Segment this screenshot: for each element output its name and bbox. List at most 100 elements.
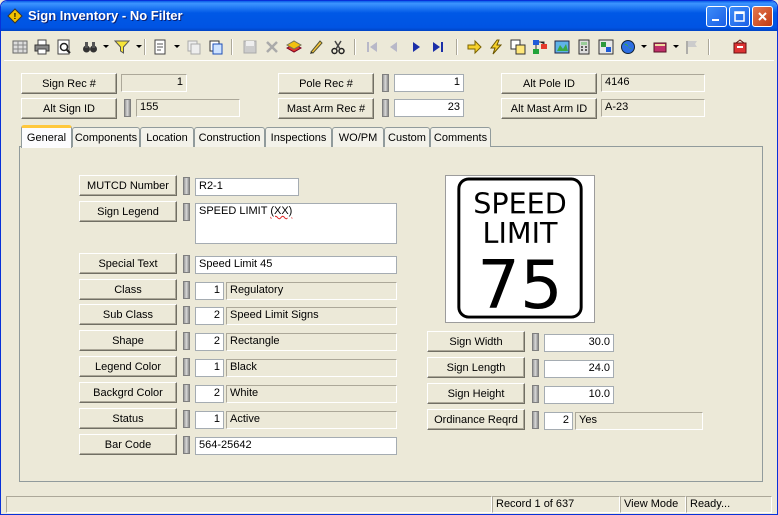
tab-comments[interactable]: Comments (430, 127, 491, 147)
close-button[interactable] (752, 6, 773, 27)
field-grip[interactable] (183, 255, 190, 273)
tab-custom[interactable]: Custom (384, 127, 430, 147)
sign-length-field[interactable]: 24.0 (544, 360, 614, 378)
alt-sign-id-button[interactable]: Alt Sign ID (21, 98, 117, 119)
ordinance-reqrd-button[interactable]: Ordinance Reqrd (427, 409, 525, 430)
sub-class-code-field[interactable]: 2 (195, 307, 224, 325)
exit-button[interactable] (730, 37, 750, 57)
bar-code-button[interactable]: Bar Code (79, 434, 177, 455)
previous-record-button[interactable] (384, 37, 404, 57)
report-button[interactable] (150, 37, 170, 57)
quick-action-button[interactable] (486, 37, 506, 57)
sign-height-button[interactable]: Sign Height (427, 383, 525, 404)
filter-button[interactable] (112, 37, 132, 57)
maximize-button[interactable] (729, 6, 750, 27)
field-grip[interactable] (183, 203, 190, 221)
sign-legend-textarea[interactable]: SPEED LIMIT (XX) (195, 203, 397, 244)
tab-wo-pm[interactable]: WO/PM (332, 127, 384, 147)
field-grip[interactable] (532, 333, 539, 351)
tab-inspections[interactable]: Inspections (265, 127, 332, 147)
hierarchy-button[interactable] (530, 37, 550, 57)
field-grip[interactable] (382, 99, 389, 117)
calculator-button[interactable] (574, 37, 594, 57)
cut-button[interactable] (328, 37, 348, 57)
field-grip[interactable] (124, 99, 131, 117)
pole-rec-field[interactable]: 1 (394, 74, 464, 92)
field-grip[interactable] (382, 74, 389, 92)
field-grip[interactable] (183, 358, 190, 376)
title-bar[interactable]: ! Sign Inventory - No Filter (1, 1, 777, 31)
field-grip[interactable] (183, 332, 190, 350)
field-grip[interactable] (183, 306, 190, 324)
edit-button[interactable] (306, 37, 326, 57)
previous-record-icon (390, 42, 397, 52)
legend-color-code-field[interactable]: 1 (195, 359, 224, 377)
alt-mast-arm-id-field: A-23 (601, 99, 705, 117)
goto-button[interactable] (464, 37, 484, 57)
class-code-field[interactable]: 1 (195, 282, 224, 300)
copy-record-button[interactable] (184, 37, 204, 57)
sign-width-button[interactable]: Sign Width (427, 331, 525, 352)
field-grip[interactable] (183, 436, 190, 454)
sign-height-field[interactable]: 10.0 (544, 386, 614, 404)
class-button[interactable]: Class (79, 279, 177, 300)
alt-mast-arm-id-button[interactable]: Alt Mast Arm ID (501, 98, 597, 119)
layers-button[interactable] (284, 37, 304, 57)
tab-components[interactable]: Components (72, 127, 140, 147)
field-grip[interactable] (183, 410, 190, 428)
pencil-icon (310, 40, 323, 54)
legend-color-button[interactable]: Legend Color (79, 356, 177, 377)
field-grip[interactable] (532, 385, 539, 403)
query-button[interactable] (80, 37, 100, 57)
minimize-icon (712, 19, 719, 21)
field-grip[interactable] (183, 177, 190, 195)
field-grip[interactable] (532, 359, 539, 377)
duplicate-button[interactable] (206, 37, 226, 57)
tab-location[interactable]: Location (140, 127, 194, 147)
flag-button[interactable] (682, 37, 702, 57)
minimize-button[interactable] (706, 6, 727, 27)
grid-view-button[interactable] (10, 37, 30, 57)
sign-width-field[interactable]: 30.0 (544, 334, 614, 352)
pole-rec-button[interactable]: Pole Rec # (278, 73, 374, 94)
related-records-button[interactable] (508, 37, 528, 57)
mutcd-number-field[interactable]: R2-1 (195, 178, 299, 196)
web-button[interactable] (618, 37, 638, 57)
special-text-field[interactable]: Speed Limit 45 (195, 256, 397, 274)
print-preview-button[interactable] (54, 37, 74, 57)
sign-rec-button[interactable]: Sign Rec # (21, 73, 117, 94)
status-button[interactable]: Status (79, 408, 177, 429)
alt-pole-id-button[interactable]: Alt Pole ID (501, 73, 597, 94)
layers-icon (286, 40, 302, 53)
map-button[interactable] (552, 37, 572, 57)
field-grip[interactable] (183, 281, 190, 299)
mast-arm-rec-button[interactable]: Mast Arm Rec # (278, 98, 374, 119)
gis-button[interactable] (596, 37, 616, 57)
field-grip[interactable] (183, 384, 190, 402)
sign-image: SPEED LIMIT 75 (445, 175, 595, 324)
status-code-field[interactable]: 1 (195, 411, 224, 429)
first-record-button[interactable] (362, 37, 382, 57)
delete-button[interactable] (262, 37, 282, 57)
shape-desc-field: Rectangle (226, 333, 397, 351)
sign-legend-button[interactable]: Sign Legend (79, 201, 177, 222)
books-button[interactable] (650, 37, 670, 57)
shape-code-field[interactable]: 2 (195, 333, 224, 351)
last-record-button[interactable] (428, 37, 448, 57)
field-grip[interactable] (532, 411, 539, 429)
backgrd-color-code-field[interactable]: 2 (195, 385, 224, 403)
backgrd-color-button[interactable]: Backgrd Color (79, 382, 177, 403)
tab-construction[interactable]: Construction (194, 127, 265, 147)
print-button[interactable] (32, 37, 52, 57)
next-record-button[interactable] (406, 37, 426, 57)
sign-length-button[interactable]: Sign Length (427, 357, 525, 378)
tab-general[interactable]: General (21, 125, 72, 148)
mutcd-number-button[interactable]: MUTCD Number (79, 175, 177, 196)
shape-button[interactable]: Shape (79, 330, 177, 351)
ordinance-code-field[interactable]: 2 (544, 412, 573, 430)
special-text-button[interactable]: Special Text (79, 253, 177, 274)
bar-code-field[interactable]: 564-25642 (195, 437, 397, 455)
mast-arm-rec-field[interactable]: 23 (394, 99, 464, 117)
sub-class-button[interactable]: Sub Class (79, 304, 177, 325)
save-button[interactable] (240, 37, 260, 57)
